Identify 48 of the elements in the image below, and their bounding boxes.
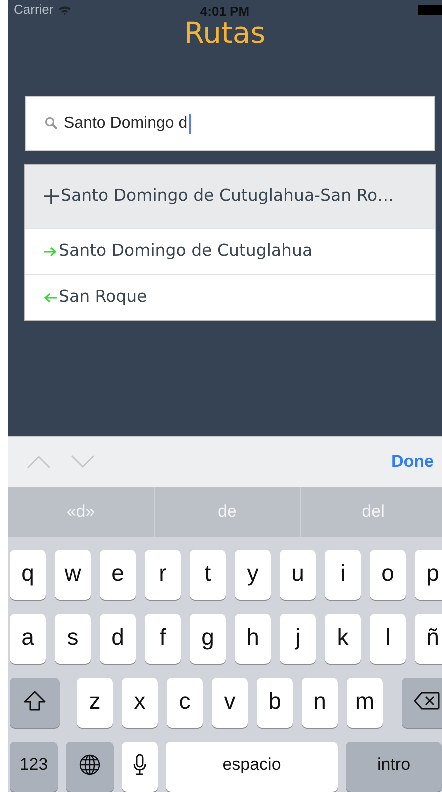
arrow-right-icon <box>44 246 57 256</box>
microphone-icon[interactable] <box>122 742 158 792</box>
return-key[interactable]: intro <box>346 742 442 792</box>
key[interactable]: w <box>55 550 91 600</box>
status-time: 4:01 PM <box>200 3 250 21</box>
shift-icon[interactable] <box>10 678 60 728</box>
key[interactable]: u <box>280 550 316 600</box>
key[interactable]: n <box>302 678 338 728</box>
key[interactable]: a <box>10 614 46 664</box>
key[interactable]: f <box>145 614 181 664</box>
key[interactable]: k <box>325 614 361 664</box>
key[interactable]: y <box>235 550 271 600</box>
key[interactable]: d <box>100 614 136 664</box>
suggestion-item[interactable]: San Roque <box>25 274 435 320</box>
text-cursor <box>188 114 191 134</box>
key[interactable]: o <box>370 550 406 600</box>
key[interactable]: c <box>167 678 203 728</box>
suggestion-item[interactable]: Santo Domingo de Cutuglahua-San Ro… <box>25 165 435 228</box>
key[interactable]: h <box>235 614 271 664</box>
key[interactable]: q <box>10 550 46 600</box>
suggestion-item[interactable]: Santo Domingo de Cutuglahua <box>25 228 435 274</box>
key[interactable]: z <box>77 678 113 728</box>
key[interactable]: i <box>325 550 361 600</box>
search-icon <box>45 117 58 130</box>
key[interactable]: ñ <box>415 614 442 664</box>
key[interactable]: t <box>190 550 226 600</box>
key[interactable]: e <box>100 550 136 600</box>
space-key[interactable]: espacio <box>166 742 338 792</box>
backspace-icon[interactable] <box>402 678 442 728</box>
key[interactable]: r <box>145 550 181 600</box>
key[interactable]: j <box>280 614 316 664</box>
key[interactable]: v <box>212 678 248 728</box>
arrow-left-icon <box>44 292 57 302</box>
key[interactable]: g <box>190 614 226 664</box>
key[interactable]: b <box>257 678 293 728</box>
key[interactable]: s <box>55 614 91 664</box>
numbers-key[interactable]: 123 <box>10 742 58 792</box>
battery-icon <box>418 5 442 15</box>
plus-icon <box>44 189 59 204</box>
key[interactable]: m <box>347 678 383 728</box>
carrier-label: Carrier <box>14 1 54 20</box>
search-field[interactable]: Santo Domingo d <box>25 96 435 151</box>
key[interactable]: p <box>415 550 442 600</box>
key[interactable]: l <box>370 614 406 664</box>
page-title: Rutas <box>184 18 266 48</box>
wifi-icon <box>58 4 72 16</box>
globe-icon[interactable] <box>66 742 114 792</box>
key[interactable]: x <box>122 678 158 728</box>
